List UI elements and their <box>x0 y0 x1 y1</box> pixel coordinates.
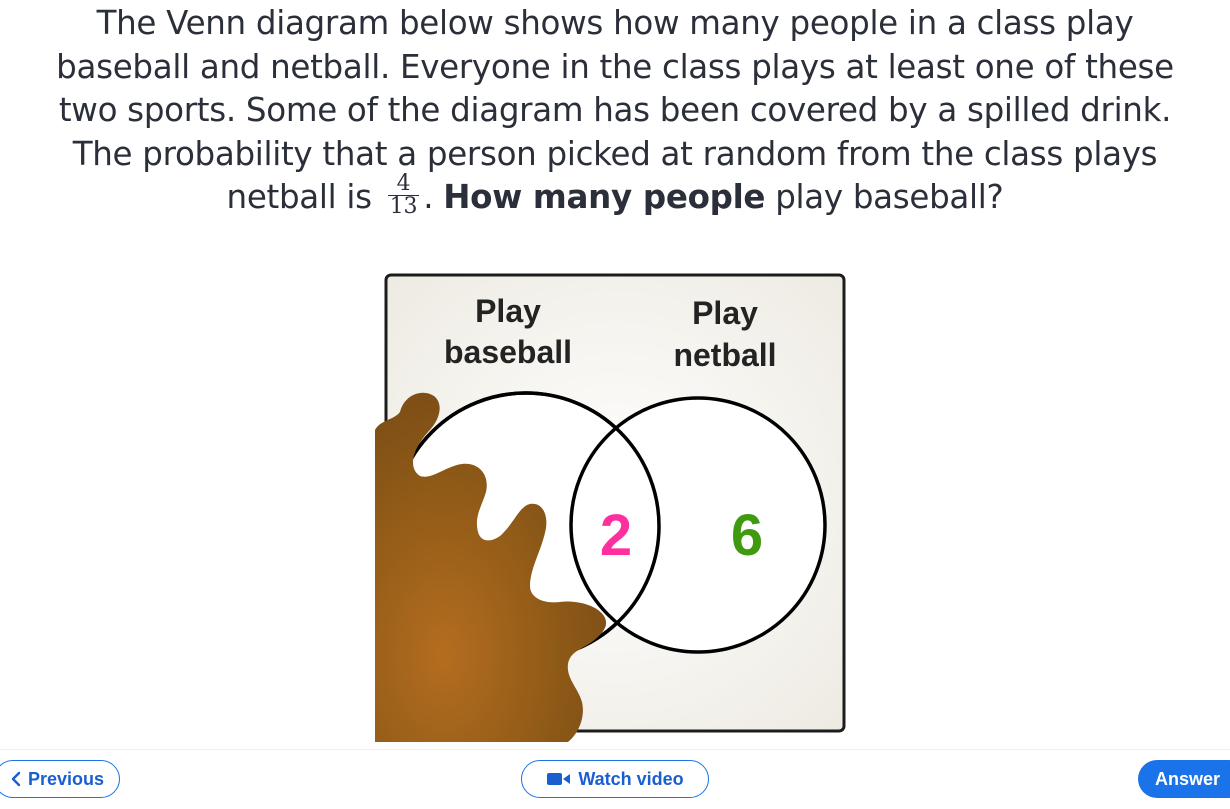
netball-label-line-2: netball <box>673 337 776 373</box>
previous-button-label: Previous <box>27 768 105 789</box>
question-line-1: The Venn diagram below shows how many pe… <box>96 4 1134 42</box>
answer-button-label: Answer <box>1155 768 1221 789</box>
watch-video-button[interactable]: Watch video <box>521 760 709 798</box>
venn-diagram-svg: Play baseball Play netball 2 6 <box>375 273 846 742</box>
question-text: The Venn diagram below shows how many pe… <box>20 2 1210 222</box>
venn-diagram: Play baseball Play netball 2 6 <box>370 270 850 750</box>
probability-fraction: 4 13 <box>387 172 420 219</box>
watch-video-label: Watch video <box>578 768 684 789</box>
netball-only-count: 6 <box>731 503 763 568</box>
video-camera-icon <box>546 771 572 787</box>
question-line-5: netball is 4 13. How many people play bas… <box>20 172 1210 222</box>
question-ending: play baseball? <box>775 178 1004 216</box>
question-line-2: baseball and netball. Everyone in the cl… <box>56 47 1174 86</box>
intersection-count: 2 <box>600 503 632 568</box>
fraction-denominator: 13 <box>389 193 418 219</box>
footer-divider <box>0 749 1230 750</box>
netball-label-line-1: Play <box>692 295 758 331</box>
chevron-left-icon <box>10 771 22 787</box>
answer-button[interactable]: Answer <box>1138 760 1230 798</box>
fraction-numerator: 4 <box>387 172 420 196</box>
baseball-label-line-1: Play <box>475 293 541 329</box>
previous-button[interactable]: Previous <box>0 760 120 798</box>
question-netball-text: netball is <box>226 178 373 216</box>
question-emphasis: How many people <box>443 178 766 216</box>
baseball-label-line-2: baseball <box>444 334 572 370</box>
question-page: The Venn diagram below shows how many pe… <box>0 0 1230 809</box>
question-line-4: The probability that a person picked at … <box>72 134 1158 173</box>
fraction-period: . <box>423 178 434 216</box>
question-line-3: two sports. Some of the diagram has been… <box>58 91 1172 129</box>
